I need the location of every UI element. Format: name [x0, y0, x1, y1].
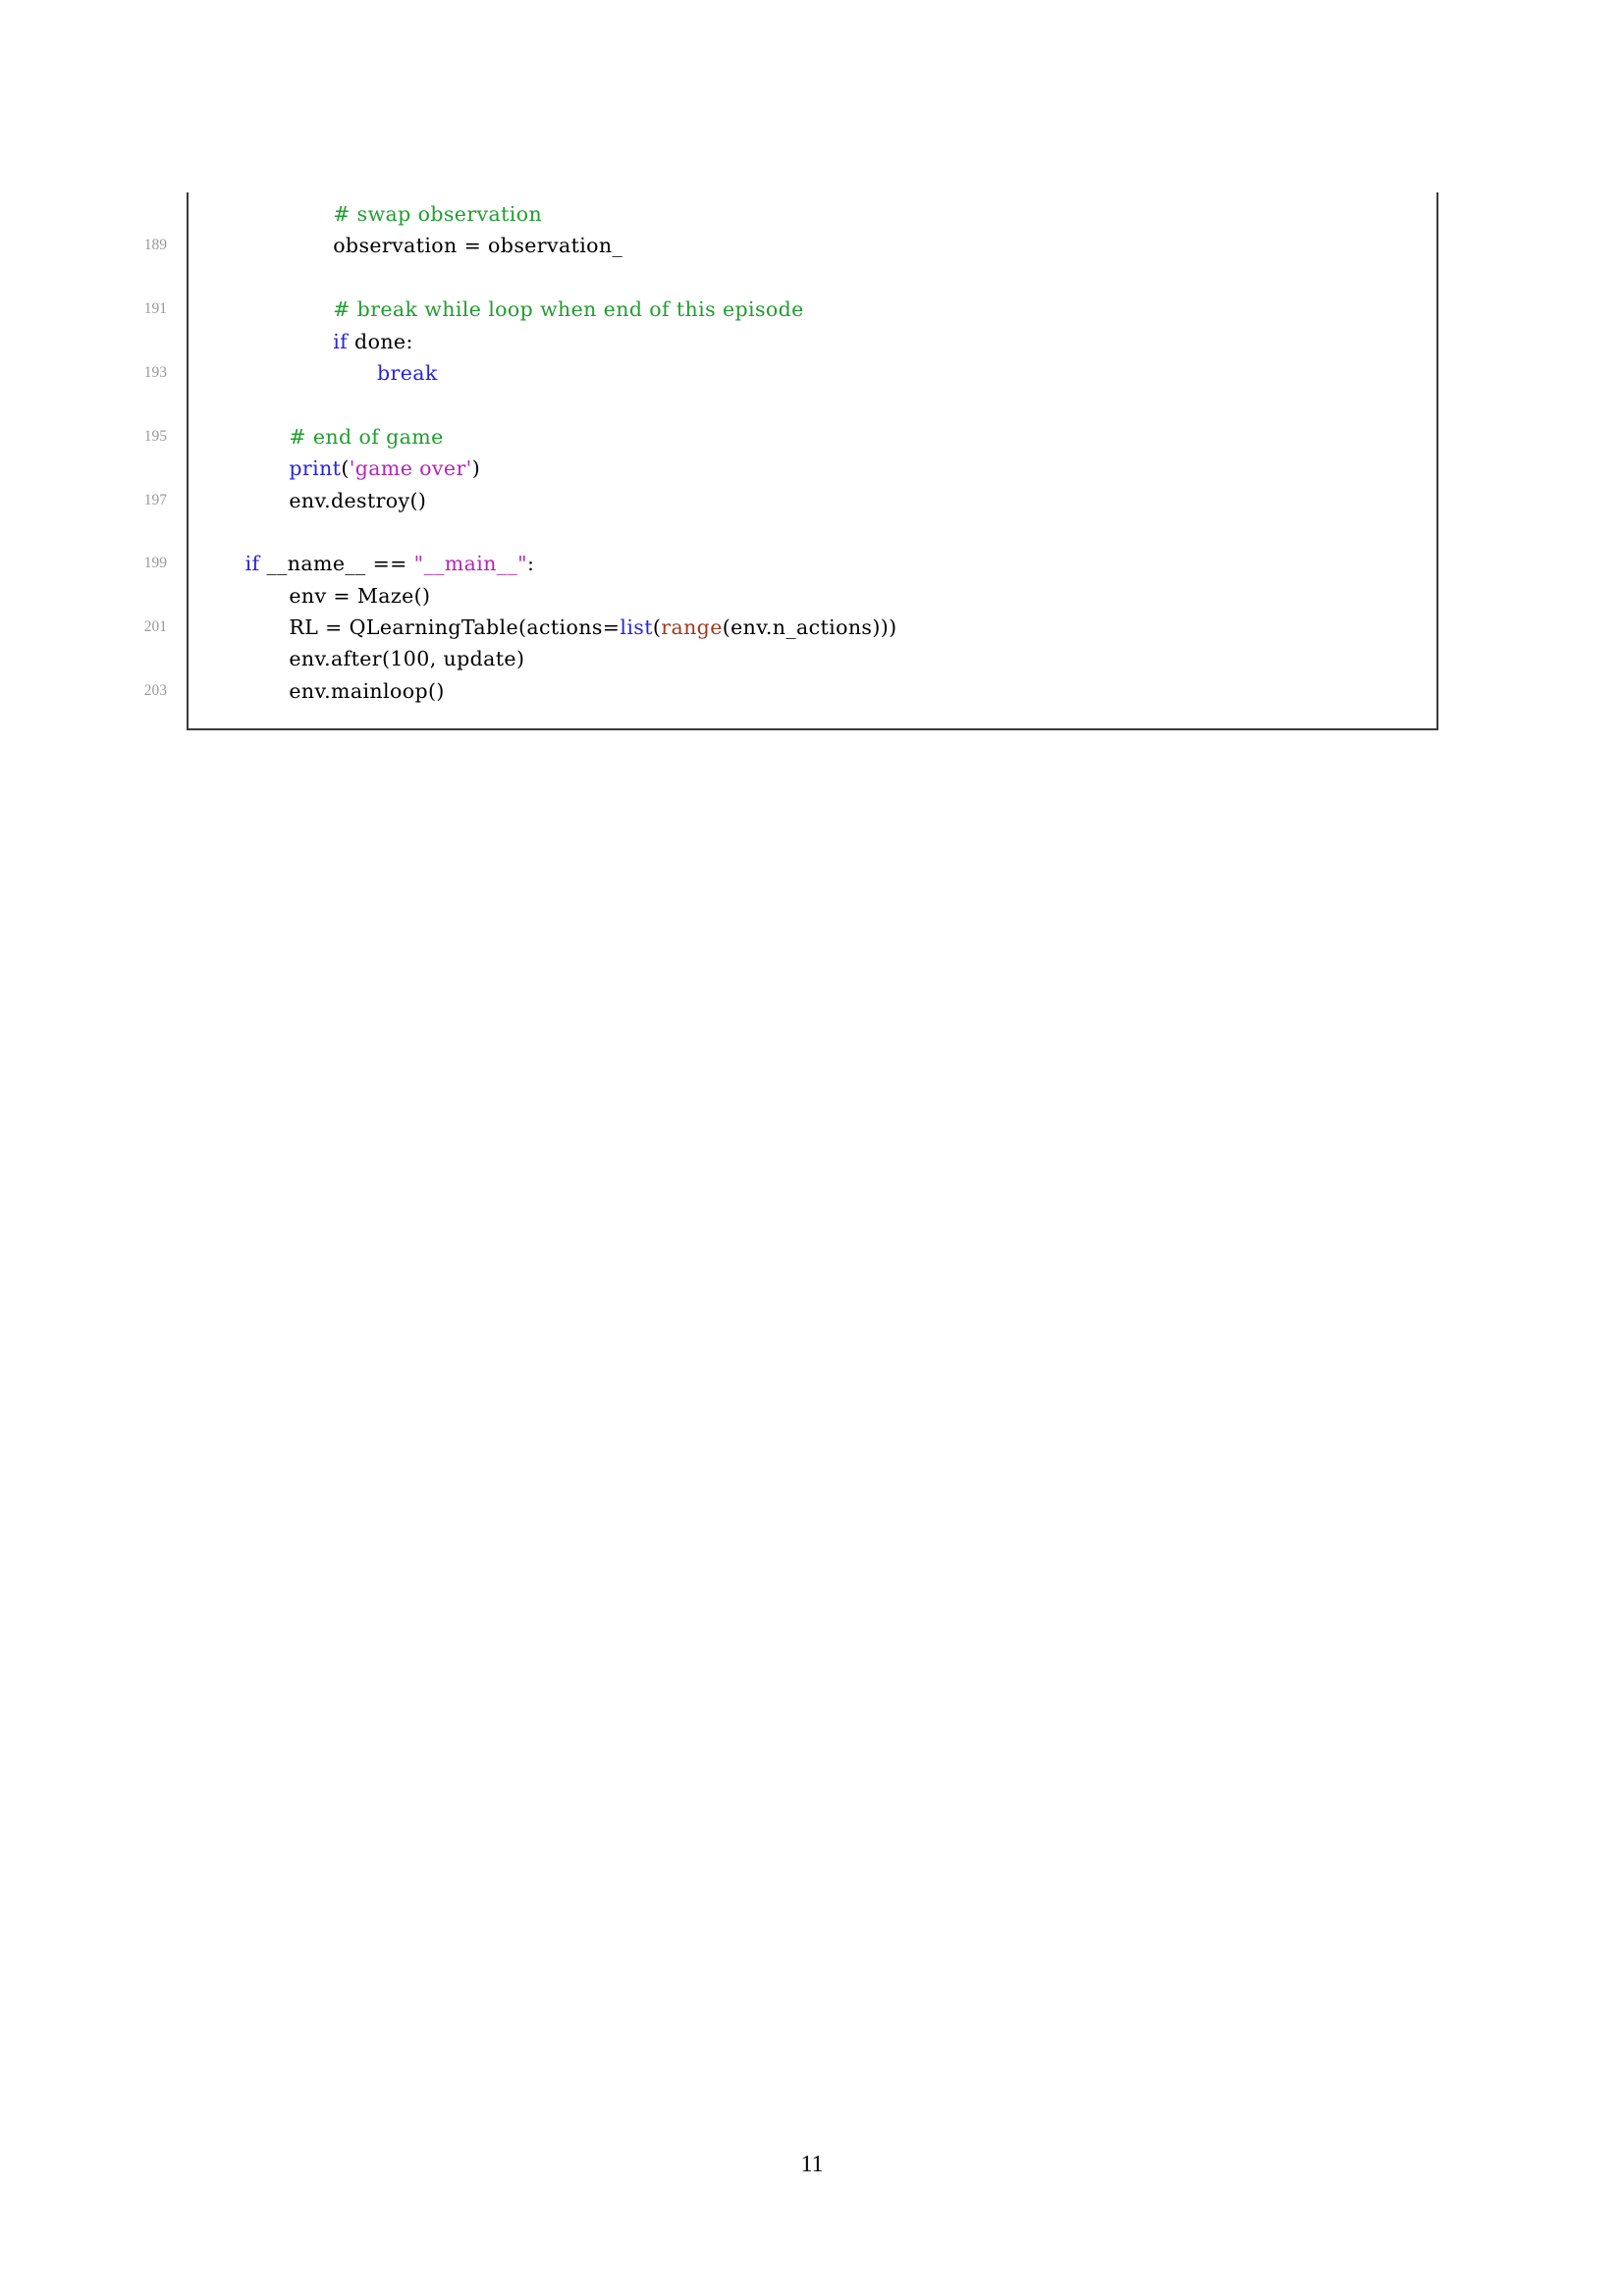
code-line-text: # end of game	[189, 421, 444, 453]
code-token-keyword: if	[333, 329, 349, 353]
code-token-plain: (	[341, 456, 350, 481]
code-line: 201 RL = QLearningTable(actions=list(rang…	[144, 612, 1436, 643]
code-line-number: 203	[143, 681, 167, 699]
code-line: if done:	[189, 326, 1436, 357]
code-listing-body: # swap observation 189 observation = obser…	[144, 192, 1436, 728]
code-token-plain: __name__ ==	[259, 552, 414, 576]
code-line: env.after(100, update)	[189, 643, 1436, 674]
code-line: print('game over')	[189, 453, 1436, 484]
code-token-plain: env = Maze()	[289, 583, 431, 608]
code-line	[189, 262, 1436, 294]
code-line-text: env.after(100, update)	[189, 643, 524, 674]
code-token-comment: # break while loop when end of this epis…	[333, 297, 804, 322]
code-token-keyword: list	[620, 615, 653, 640]
code-token-string: 'game over'	[349, 456, 472, 481]
code-line: env = Maze()	[189, 580, 1436, 612]
code-line: 199 if __name__ == "__main__":	[144, 548, 1436, 579]
code-token-keyword: break	[377, 360, 438, 385]
code-line-text: break	[189, 357, 438, 389]
code-line-text: env.mainloop()	[189, 675, 445, 707]
code-line-number: 195	[143, 427, 167, 445]
code-line-number: 189	[143, 237, 167, 254]
page-number: 11	[800, 2152, 824, 2177]
code-line-number: 191	[143, 300, 167, 318]
code-line-text: RL = QLearningTable(actions=list(range(e…	[189, 612, 897, 643]
code-line-text: # break while loop when end of this epis…	[189, 294, 804, 325]
code-token-plain: observation = observation_	[333, 234, 623, 258]
code-token-keyword: if	[244, 552, 260, 576]
code-token-plain: RL = QLearningTable(actions=	[289, 615, 621, 640]
code-line-number: 201	[143, 618, 167, 636]
code-line: # swap observation	[189, 198, 1436, 230]
code-line-text: observation = observation_	[189, 230, 623, 261]
code-line-text: if __name__ == "__main__":	[189, 548, 534, 579]
code-token-plain: env.mainloop()	[289, 678, 445, 703]
code-token-plain: (	[652, 615, 662, 640]
code-line-number: 197	[143, 491, 167, 508]
code-line-text: if done:	[189, 326, 413, 357]
code-line-text: # swap observation	[189, 198, 542, 230]
code-line-number: 193	[143, 363, 167, 381]
code-line	[189, 389, 1436, 420]
code-token-string: "__main__"	[413, 552, 527, 576]
code-listing-frame: # swap observation 189 observation = obser…	[144, 192, 1438, 731]
code-token-range: range	[661, 615, 723, 640]
code-token-plain: :	[526, 552, 535, 576]
code-line: 193 break	[144, 357, 1436, 389]
code-token-keyword: print	[289, 456, 342, 481]
code-token-plain: env.destroy()	[289, 488, 427, 512]
code-token-comment: # swap observation	[333, 202, 543, 226]
code-line: 195 # end of game	[144, 421, 1436, 453]
code-token-comment: # end of game	[289, 424, 444, 449]
code-line: 191 # break while loop when end of this e…	[144, 294, 1436, 325]
code-line-number: 199	[143, 555, 167, 572]
code-line	[189, 516, 1436, 548]
code-token-plain: (env.n_actions)))	[722, 615, 897, 640]
code-line-text: env = Maze()	[189, 580, 430, 612]
code-token-plain: )	[471, 456, 481, 481]
code-token-plain: done:	[348, 329, 413, 353]
code-token-plain: env.after(100, update)	[289, 647, 525, 671]
code-line: 189 observation = observation_	[144, 230, 1436, 261]
code-line-text: print('game over')	[189, 453, 480, 484]
code-line-text: env.destroy()	[189, 485, 426, 516]
code-line: 197 env.destroy()	[144, 485, 1436, 516]
code-line: 203 env.mainloop()	[144, 675, 1436, 707]
